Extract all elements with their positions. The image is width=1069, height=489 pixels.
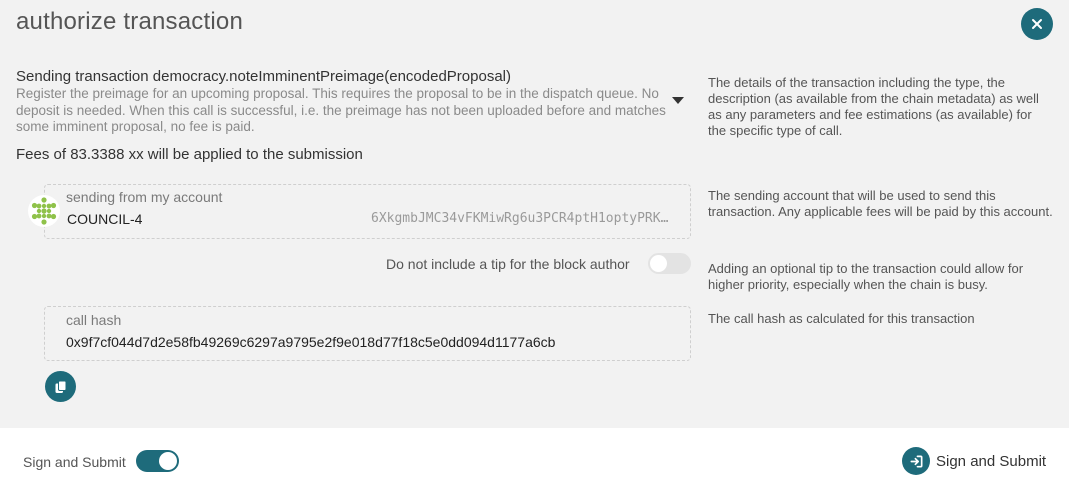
sign-in-icon: [902, 447, 930, 475]
copy-icon: [55, 380, 66, 393]
transaction-summary: Sending transaction democracy.noteImmine…: [16, 68, 511, 85]
modal-title: authorize transaction: [16, 8, 243, 35]
modal-footer: Sign and Submit Sign and Submit: [0, 428, 1069, 489]
close-icon: [1032, 19, 1042, 29]
close-button[interactable]: [1021, 8, 1053, 40]
account-field-label: sending from my account: [66, 189, 223, 205]
toggle-knob: [159, 452, 177, 470]
copy-call-hash-button[interactable]: [45, 371, 76, 402]
sign-and-submit-button[interactable]: Sign and Submit: [902, 447, 1046, 475]
authorize-transaction-modal: authorize transaction Sending transactio…: [0, 0, 1069, 428]
call-hash-field: call hash 0x9f7cf044d7d2e58fb49269c6297a…: [44, 306, 691, 361]
expand-details-caret-icon[interactable]: [672, 97, 684, 104]
sign-and-submit-label: Sign and Submit: [936, 452, 1047, 470]
call-hash-value: 0x9f7cf044d7d2e58fb49269c6297a9795e2f9e0…: [66, 334, 556, 350]
call-hash-label: call hash: [66, 312, 122, 328]
toggle-knob: [650, 255, 667, 272]
tip-toggle-label: Do not include a tip for the block autho…: [386, 256, 630, 272]
account-help-text: The sending account that will be used to…: [708, 188, 1053, 219]
account-address: 6XkgmbJMC34vFKMiwRg6u3PCR4ptH1optyPRK…: [371, 211, 669, 226]
sign-and-submit-toggle[interactable]: [136, 450, 179, 472]
account-name: COUNCIL-4: [67, 211, 143, 227]
sign-and-submit-toggle-label: Sign and Submit: [23, 454, 126, 470]
fees-notice: Fees of 83.3388 xx will be applied to th…: [16, 146, 363, 163]
tip-toggle[interactable]: [648, 253, 691, 274]
transaction-details: Sending transaction democracy.noteImmine…: [16, 68, 666, 136]
account-selector[interactable]: sending from my account COUNCIL-4 6Xkgmb…: [44, 184, 691, 239]
account-identicon-avatar: [28, 195, 60, 227]
tip-help-text: Adding an optional tip to the transactio…: [708, 261, 1024, 292]
call-hash-help-text: The call hash as calculated for this tra…: [708, 311, 975, 326]
transaction-description: Register the preimage for an upcoming pr…: [16, 86, 666, 134]
transaction-help-text: The details of the transaction including…: [708, 75, 1039, 138]
